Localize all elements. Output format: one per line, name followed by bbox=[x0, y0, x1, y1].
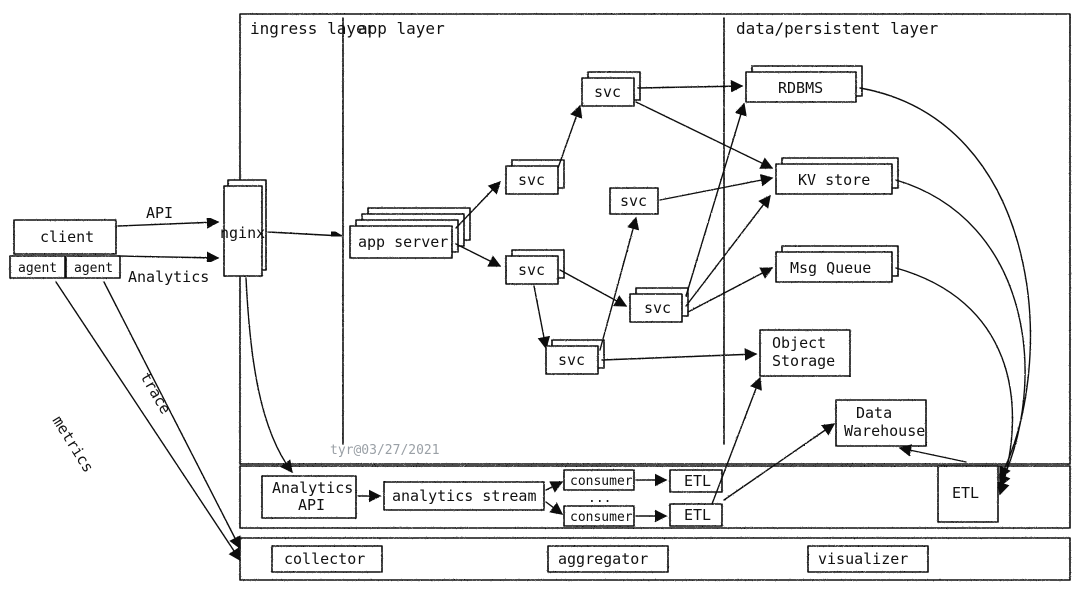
edge-api: API bbox=[146, 204, 173, 222]
svg-text:aggregator: aggregator bbox=[558, 550, 648, 568]
svg-text:Data: Data bbox=[856, 404, 892, 422]
svg-text:svc: svc bbox=[644, 299, 671, 317]
svg-text:svc: svc bbox=[594, 83, 621, 101]
svg-text:svc: svc bbox=[518, 261, 545, 279]
svg-text:consumer: consumer bbox=[570, 510, 633, 525]
svg-text:consumer: consumer bbox=[570, 474, 633, 489]
layer-data-label: data/persistent layer bbox=[736, 19, 939, 38]
svg-text:KV store: KV store bbox=[798, 171, 870, 189]
svg-text:svc: svc bbox=[620, 192, 647, 210]
svg-text:svc: svc bbox=[518, 171, 545, 189]
credit-text: tyr@03/27/2021 bbox=[330, 443, 440, 458]
svg-text:analytics stream: analytics stream bbox=[392, 487, 537, 505]
svg-text:visualizer: visualizer bbox=[818, 550, 908, 568]
svg-text:app server: app server bbox=[358, 233, 448, 251]
svg-text:nginx: nginx bbox=[220, 224, 265, 242]
svg-text:agent: agent bbox=[74, 261, 113, 276]
layer-ingress-label: ingress layer bbox=[250, 19, 376, 38]
svg-text:Storage: Storage bbox=[772, 352, 835, 370]
svg-text:agent: agent bbox=[18, 261, 57, 276]
svg-text:Object: Object bbox=[772, 334, 826, 352]
svg-text:API: API bbox=[298, 496, 325, 514]
svg-text:Msg Queue: Msg Queue bbox=[790, 259, 871, 277]
svg-text:Analytics: Analytics bbox=[272, 479, 353, 497]
svg-text:RDBMS: RDBMS bbox=[778, 79, 823, 97]
svg-text:...: ... bbox=[588, 491, 611, 506]
svg-text:ETL: ETL bbox=[952, 484, 979, 502]
svg-text:client: client bbox=[40, 228, 94, 246]
svg-text:collector: collector bbox=[284, 550, 365, 568]
svg-text:svc: svc bbox=[558, 351, 585, 369]
edge-trace: trace bbox=[137, 369, 175, 417]
layer-app-label: app layer bbox=[358, 19, 445, 38]
edge-analytics: Analytics bbox=[128, 268, 209, 286]
svg-text:ETL: ETL bbox=[684, 506, 711, 524]
svg-text:Warehouse: Warehouse bbox=[844, 422, 925, 440]
svg-text:ETL: ETL bbox=[684, 472, 711, 490]
edge-metrics: metrics bbox=[49, 413, 98, 476]
architecture-diagram: ingress layer app layer data/persistent … bbox=[0, 0, 1080, 599]
